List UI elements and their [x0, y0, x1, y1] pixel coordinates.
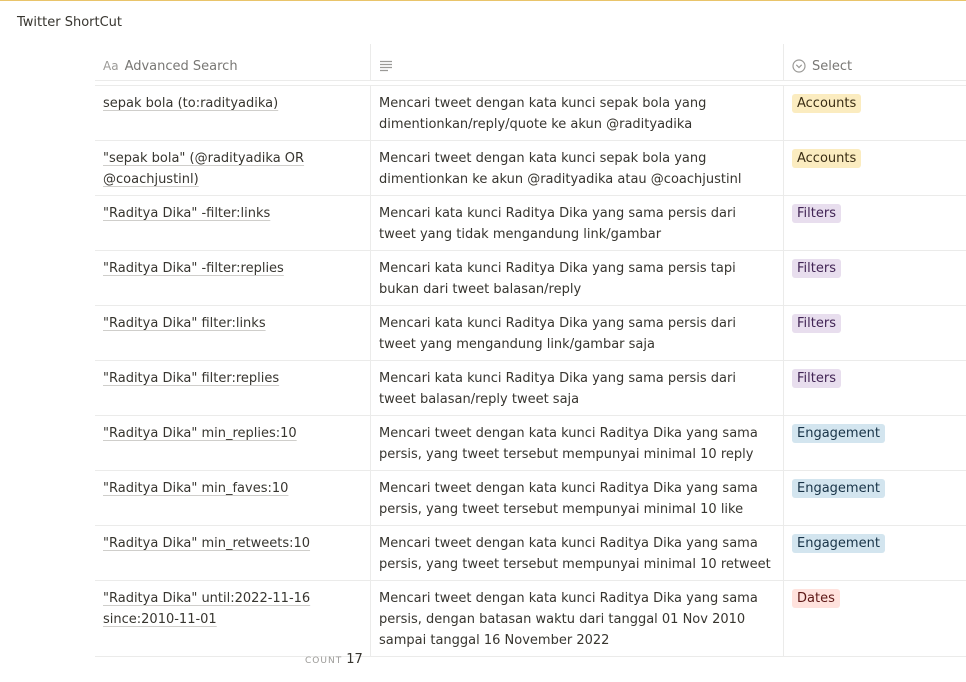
select-cell[interactable]: Filters	[784, 251, 966, 305]
table-row[interactable]: "Raditya Dika" min_retweets:10 Mencari tw…	[95, 526, 966, 581]
select-cell[interactable]: Accounts	[784, 141, 966, 195]
page-title: Twitter ShortCut	[17, 15, 123, 30]
query-cell[interactable]: "Raditya Dika" -filter:replies	[95, 251, 371, 305]
query-cell[interactable]: "sepak bola" (@radityadika OR @coachjust…	[95, 141, 371, 195]
table-row[interactable]: "Raditya Dika" min_replies:10 Mencari twe…	[95, 416, 966, 471]
query-text: "Raditya Dika" -filter:replies	[103, 261, 284, 276]
query-cell[interactable]: "Raditya Dika" -filter:links	[95, 196, 371, 250]
query-text: "Raditya Dika" min_retweets:10	[103, 536, 311, 551]
table-row[interactable]: "Raditya Dika" filter:replies Mencari kat…	[95, 361, 966, 416]
query-text: "Raditya Dika" until:2022-11-16 since:20…	[103, 591, 311, 627]
select-cell[interactable]: Dates	[784, 581, 966, 656]
select-cell[interactable]: Engagement	[784, 416, 966, 470]
description-text: Mencari kata kunci Raditya Dika yang sam…	[379, 316, 736, 352]
select-cell[interactable]: Filters	[784, 361, 966, 415]
column-header-advanced-search[interactable]: Aa Advanced Search	[95, 44, 371, 80]
description-text: Mencari tweet dengan kata kunci sepak bo…	[379, 96, 707, 132]
select-cell[interactable]: Engagement	[784, 526, 966, 580]
description-text: Mencari kata kunci Raditya Dika yang sam…	[379, 261, 736, 297]
tag-filters: Filters	[792, 259, 841, 278]
description-text: Mencari tweet dengan kata kunci Raditya …	[379, 426, 758, 462]
table-row[interactable]: "Raditya Dika" -filter:replies Mencari ka…	[95, 251, 966, 306]
description-text: Mencari tweet dengan kata kunci Raditya …	[379, 481, 758, 517]
select-cell[interactable]: Filters	[784, 196, 966, 250]
description-cell[interactable]: Mencari kata kunci Raditya Dika yang sam…	[371, 251, 784, 305]
description-cell[interactable]: Mencari tweet dengan kata kunci Raditya …	[371, 471, 784, 525]
tag-engagement: Engagement	[792, 479, 885, 498]
query-text: "Raditya Dika" filter:replies	[103, 371, 280, 386]
query-text: "Raditya Dika" min_replies:10	[103, 426, 297, 441]
tag-accounts: Accounts	[792, 149, 862, 168]
table-row[interactable]: sepak bola (to:radityadika) Mencari tweet…	[95, 86, 966, 141]
tag-filters: Filters	[792, 369, 841, 388]
table-row[interactable]: "sepak bola" (@radityadika OR @coachjust…	[95, 141, 966, 196]
query-text: "Raditya Dika" min_faves:10	[103, 481, 289, 496]
select-property-icon	[792, 59, 806, 73]
count-label: COUNT	[305, 656, 343, 666]
column-header-label: Advanced Search	[124, 58, 238, 74]
tag-accounts: Accounts	[792, 94, 862, 113]
description-text: Mencari tweet dengan kata kunci Raditya …	[379, 536, 771, 572]
count-footer[interactable]: COUNT 17	[305, 652, 363, 667]
top-accent-line	[0, 0, 966, 1]
query-cell[interactable]: "Raditya Dika" min_faves:10	[95, 471, 371, 525]
description-cell[interactable]: Mencari kata kunci Raditya Dika yang sam…	[371, 306, 784, 360]
database-table: Aa Advanced Search Select sepak bola (to…	[95, 44, 966, 657]
column-header-select[interactable]: Select	[784, 44, 966, 80]
table-body: sepak bola (to:radityadika) Mencari tweet…	[95, 86, 966, 657]
table-row[interactable]: "Raditya Dika" -filter:links Mencari kata…	[95, 196, 966, 251]
table-row[interactable]: "Raditya Dika" filter:links Mencari kata …	[95, 306, 966, 361]
column-header-label: Select	[812, 58, 853, 74]
tag-filters: Filters	[792, 204, 841, 223]
table-row[interactable]: "Raditya Dika" until:2022-11-16 since:20…	[95, 581, 966, 657]
tag-filters: Filters	[792, 314, 841, 333]
query-cell[interactable]: "Raditya Dika" min_replies:10	[95, 416, 371, 470]
description-text: Mencari tweet dengan kata kunci sepak bo…	[379, 151, 742, 187]
query-cell[interactable]: "Raditya Dika" until:2022-11-16 since:20…	[95, 581, 371, 656]
select-cell[interactable]: Engagement	[784, 471, 966, 525]
tag-engagement: Engagement	[792, 534, 885, 553]
query-cell[interactable]: "Raditya Dika" min_retweets:10	[95, 526, 371, 580]
tag-dates: Dates	[792, 589, 840, 608]
description-cell[interactable]: Mencari kata kunci Raditya Dika yang sam…	[371, 196, 784, 250]
count-value: 17	[346, 652, 363, 667]
tag-engagement: Engagement	[792, 424, 885, 443]
query-text: "sepak bola" (@radityadika OR @coachjust…	[103, 151, 305, 187]
select-cell[interactable]: Filters	[784, 306, 966, 360]
description-cell[interactable]: Mencari tweet dengan kata kunci Raditya …	[371, 581, 784, 656]
description-text: Mencari tweet dengan kata kunci Raditya …	[379, 591, 758, 648]
description-text: Mencari kata kunci Raditya Dika yang sam…	[379, 371, 736, 407]
query-cell[interactable]: "Raditya Dika" filter:links	[95, 306, 371, 360]
description-cell[interactable]: Mencari tweet dengan kata kunci Raditya …	[371, 416, 784, 470]
description-text: Mencari kata kunci Raditya Dika yang sam…	[379, 206, 736, 242]
column-header-description[interactable]	[371, 44, 784, 80]
text-property-icon: Aa	[103, 58, 119, 73]
description-cell[interactable]: Mencari tweet dengan kata kunci Raditya …	[371, 526, 784, 580]
query-cell[interactable]: sepak bola (to:radityadika)	[95, 86, 371, 140]
query-text: "Raditya Dika" filter:links	[103, 316, 266, 331]
description-cell[interactable]: Mencari kata kunci Raditya Dika yang sam…	[371, 361, 784, 415]
text-lines-icon	[379, 60, 393, 72]
query-text: sepak bola (to:radityadika)	[103, 96, 279, 111]
description-cell[interactable]: Mencari tweet dengan kata kunci sepak bo…	[371, 86, 784, 140]
query-text: "Raditya Dika" -filter:links	[103, 206, 271, 221]
query-cell[interactable]: "Raditya Dika" filter:replies	[95, 361, 371, 415]
table-row[interactable]: "Raditya Dika" min_faves:10 Mencari tweet…	[95, 471, 966, 526]
table-header: Aa Advanced Search Select	[95, 44, 966, 81]
select-cell[interactable]: Accounts	[784, 86, 966, 140]
description-cell[interactable]: Mencari tweet dengan kata kunci sepak bo…	[371, 141, 784, 195]
